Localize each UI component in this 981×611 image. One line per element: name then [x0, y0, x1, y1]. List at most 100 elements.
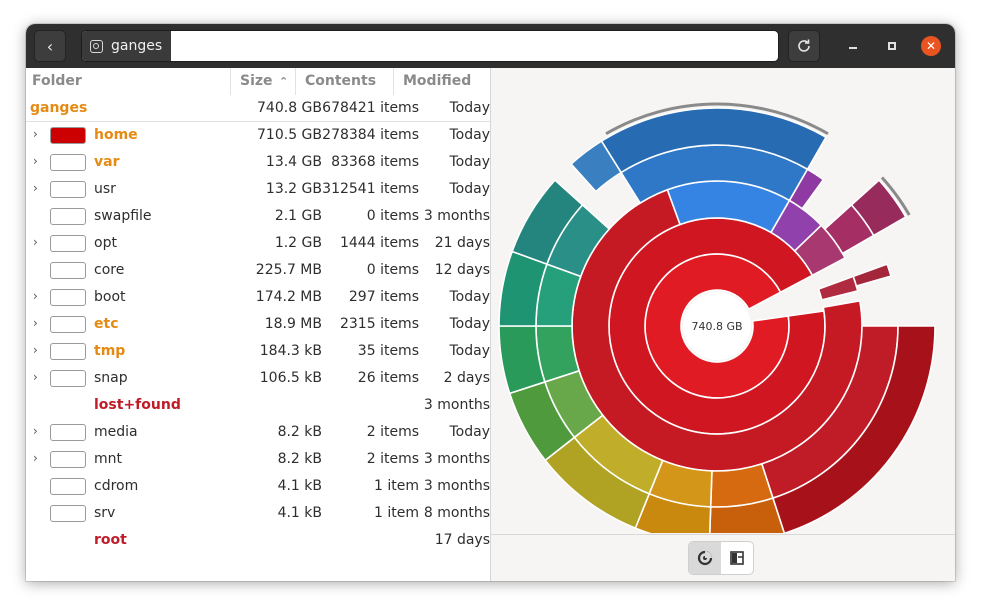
ring-segment[interactable]	[852, 263, 892, 288]
column-folder[interactable]: Folder	[32, 73, 82, 89]
folder-size: 106.5 kB	[259, 370, 322, 386]
folder-modified: Today	[449, 154, 491, 170]
column-separator	[393, 68, 394, 95]
ring-center-label: 740.8 GB	[691, 320, 742, 333]
table-row[interactable]: › etc 18.9 MB 2315 items Today	[26, 311, 490, 338]
color-swatch	[50, 154, 86, 171]
maximize-button[interactable]	[882, 36, 902, 56]
folder-name: tmp	[94, 343, 126, 359]
table-row[interactable]: › snap 106.5 kB 26 items 2 days	[26, 365, 490, 392]
expander-icon[interactable]: ›	[33, 235, 38, 249]
table-row[interactable]: › var 13.4 GB 83368 items Today	[26, 149, 490, 176]
folder-modified: 17 days	[434, 532, 490, 548]
folder-modified: 3 months	[423, 208, 490, 224]
folder-modified: 2 days	[443, 370, 490, 386]
folder-modified: 3 months	[423, 478, 490, 494]
expander-icon[interactable]: ›	[33, 181, 38, 195]
expander-icon[interactable]: ›	[33, 451, 38, 465]
column-contents[interactable]: Contents	[305, 73, 376, 89]
path-crumb-label: ganges	[111, 38, 163, 54]
table-row[interactable]: cdrom 4.1 kB 1 item 3 months	[26, 473, 490, 500]
root-name: ganges	[30, 100, 88, 116]
path-crumb[interactable]: ganges	[82, 31, 171, 61]
folder-name: media	[94, 424, 138, 440]
folder-modified: Today	[449, 424, 491, 440]
treemap-view-button[interactable]	[721, 542, 753, 574]
color-swatch	[50, 370, 86, 387]
folder-size: 4.1 kB	[277, 478, 322, 494]
folder-size: 4.1 kB	[277, 505, 322, 521]
table-row[interactable]: › boot 174.2 MB 297 items Today	[26, 284, 490, 311]
color-swatch	[50, 127, 86, 144]
folder-name: snap	[94, 370, 128, 386]
color-swatch	[50, 451, 86, 468]
color-swatch	[50, 505, 86, 522]
folder-name: opt	[94, 235, 117, 251]
folder-modified: 3 months	[423, 397, 490, 413]
root-size: 740.8 GB	[257, 100, 322, 116]
expander-icon[interactable]: ›	[33, 127, 38, 141]
column-size[interactable]: Size	[240, 73, 273, 89]
color-swatch	[50, 235, 86, 252]
column-modified[interactable]: Modified	[403, 73, 471, 89]
folder-name: var	[94, 154, 120, 170]
folder-size: 8.2 kB	[277, 424, 322, 440]
minimize-button[interactable]	[843, 36, 863, 56]
expander-icon[interactable]: ›	[33, 424, 38, 438]
folder-size: 710.5 GB	[257, 127, 322, 143]
table-row[interactable]: › mnt 8.2 kB 2 items 3 months	[26, 446, 490, 473]
view-switcher-bar	[491, 534, 955, 581]
reload-button[interactable]	[788, 30, 820, 62]
color-swatch	[50, 316, 86, 333]
expander-icon[interactable]: ›	[33, 289, 38, 303]
view-switcher	[688, 541, 754, 575]
table-row[interactable]: swapfile 2.1 GB 0 items 3 months	[26, 203, 490, 230]
header-bar: ‹ ganges ✕	[26, 24, 955, 68]
drive-icon	[90, 39, 103, 53]
folder-size: 1.2 GB	[274, 235, 322, 251]
close-button[interactable]: ✕	[921, 36, 941, 56]
expander-icon[interactable]: ›	[33, 370, 38, 384]
folder-name: lost+found	[94, 397, 181, 413]
folder-size: 184.3 kB	[259, 343, 322, 359]
folder-modified: Today	[449, 316, 491, 332]
ring-view-button[interactable]	[689, 542, 721, 574]
color-swatch	[50, 343, 86, 360]
chart-pane: 740.8 GB	[491, 68, 955, 581]
column-separator	[230, 68, 231, 95]
ring-chart[interactable]: 740.8 GB	[491, 68, 955, 545]
path-bar[interactable]: ganges	[81, 30, 779, 62]
color-swatch	[50, 289, 86, 306]
table-row[interactable]: lost+found 3 months	[26, 392, 490, 419]
color-swatch	[50, 262, 86, 279]
folder-modified: 3 months	[423, 451, 490, 467]
table-row[interactable]: › media 8.2 kB 2 items Today	[26, 419, 490, 446]
table-row[interactable]: › home 710.5 GB 278384 items Today	[26, 122, 490, 149]
table-row[interactable]: srv 4.1 kB 1 item 8 months	[26, 500, 490, 527]
reload-icon	[798, 39, 810, 52]
table-row[interactable]: › opt 1.2 GB 1444 items 21 days	[26, 230, 490, 257]
root-row[interactable]: ganges 740.8 GB 678421 items Today	[26, 95, 490, 122]
folder-tree: Folder Size ⌃ Contents Modified ganges 7…	[26, 68, 490, 581]
table-row[interactable]: › usr 13.2 GB 312541 items Today	[26, 176, 490, 203]
table-row[interactable]: core 225.7 MB 0 items 12 days	[26, 257, 490, 284]
treemap-icon	[730, 551, 744, 565]
sort-ascending-icon: ⌃	[279, 75, 289, 88]
folder-size: 174.2 MB	[255, 289, 322, 305]
expander-icon[interactable]: ›	[33, 154, 38, 168]
column-separator	[295, 68, 296, 95]
table-row[interactable]: › tmp 184.3 kB 35 items Today	[26, 338, 490, 365]
color-swatch	[50, 424, 86, 441]
ring-chart-area[interactable]: 740.8 GB	[491, 68, 955, 545]
table-row[interactable]: root 17 days	[26, 527, 490, 554]
ring-segment[interactable]	[817, 275, 859, 301]
folder-name: boot	[94, 289, 126, 305]
folder-modified: Today	[449, 343, 491, 359]
expander-icon[interactable]: ›	[33, 343, 38, 357]
expander-icon[interactable]: ›	[33, 316, 38, 330]
folder-name: swapfile	[94, 208, 152, 224]
close-icon: ✕	[925, 39, 937, 53]
baobab-window: ‹ ganges ✕ Folder Size ⌃ Contents Modifi…	[26, 24, 955, 581]
color-swatch	[50, 181, 86, 198]
back-button[interactable]: ‹	[34, 30, 66, 62]
